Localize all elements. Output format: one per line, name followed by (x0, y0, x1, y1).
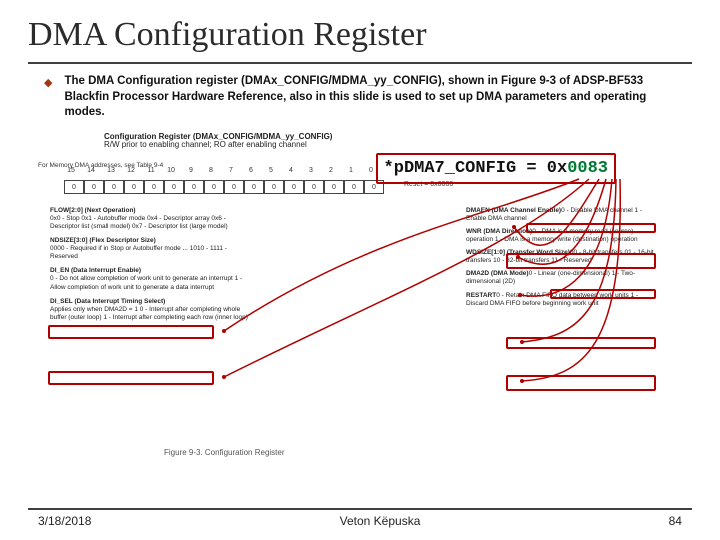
code-annotation: *pDMA7_CONFIG = 0x0083 (376, 153, 616, 184)
slide-footer: 3/18/2018 Veton Këpuska 84 (0, 508, 720, 528)
highlight-box (526, 223, 656, 233)
highlight-box (550, 289, 656, 299)
highlight-box (48, 325, 214, 339)
register-diagram: Configuration Register (DMAx_CONFIG/MDMA… (44, 127, 676, 457)
code-number: 0083 (567, 159, 608, 178)
title-rule (28, 62, 692, 64)
bit-boxes: 0000 0000 0000 0000 (64, 180, 384, 194)
footer-rule (28, 508, 692, 510)
bullet: ◆ The DMA Configuration register (DMAx_C… (44, 74, 676, 121)
diagram-subtitle: R/W prior to enabling channel; RO after … (104, 140, 307, 149)
highlight-box (506, 375, 656, 391)
diagram-title-text: Configuration Register (DMAx_CONFIG/MDMA… (104, 132, 332, 141)
slide-body: ◆ The DMA Configuration register (DMAx_C… (0, 74, 720, 457)
bullet-text: The DMA Configuration register (DMAx_CON… (64, 74, 676, 121)
code-prefix: *pDMA7_CONFIG = 0x (384, 159, 568, 178)
footer-page: 84 (669, 514, 682, 528)
highlight-box (506, 337, 656, 349)
page-title: DMA Configuration Register (0, 0, 720, 62)
bit-numbers: 15141312 111098 7654 3210 (64, 167, 378, 174)
highlight-box (506, 253, 656, 269)
bullet-marker-icon: ◆ (44, 76, 52, 121)
left-field-labels: FLOW[2:0] (Next Operation)0x0 - Stop 0x1… (50, 207, 250, 329)
highlight-box (48, 371, 214, 385)
footer-author: Veton Këpuska (340, 514, 421, 528)
diagram-title: Configuration Register (DMAx_CONFIG/MDMA… (104, 133, 332, 151)
figure-caption: Figure 9-3. Configuration Register (164, 448, 285, 457)
footer-date: 3/18/2018 (38, 514, 91, 528)
